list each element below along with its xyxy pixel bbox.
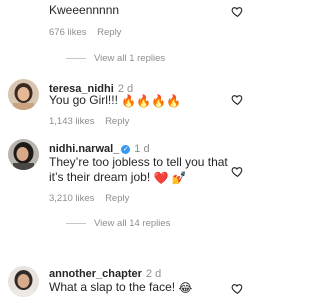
comment-age: 1 d [134, 143, 150, 155]
like-count[interactable]: 1,143 likes [49, 116, 94, 127]
username[interactable]: nidhi.narwal_ [49, 143, 119, 155]
divider-line [66, 223, 86, 224]
fire-emoji-icon: 🔥🔥🔥🔥 [121, 94, 182, 108]
comment-text: Kweeennnnn [49, 3, 120, 17]
comment-age: 2 d [145, 268, 162, 280]
reply-button[interactable]: Reply [105, 193, 129, 204]
heart-icon[interactable] [231, 93, 244, 106]
like-count[interactable]: 3,210 likes [49, 193, 94, 204]
like-count[interactable]: 676 likes [49, 27, 87, 38]
comment-meta: 676 likes Reply [49, 27, 121, 38]
username[interactable]: annother_chapter [49, 268, 142, 280]
comment-text: You go Girl!!! 🔥🔥🔥🔥 [49, 93, 181, 109]
comment-meta: 1,143 likes Reply [49, 116, 129, 127]
comment-meta: 3,210 likes Reply [49, 193, 129, 204]
divider-line [66, 58, 86, 59]
verified-badge-icon: ✓ [121, 145, 131, 154]
comment-text-content: it’s their dream job! [49, 170, 151, 184]
reply-button[interactable]: Reply [97, 27, 121, 38]
reply-button[interactable]: Reply [105, 116, 129, 127]
view-replies-label: View all 1 replies [94, 53, 166, 64]
comment-text-content: What a slap to the face! [49, 280, 176, 294]
heart-emoji-icon: ❤️ [153, 171, 169, 185]
view-replies-button[interactable]: View all 14 replies [66, 218, 170, 229]
comment-text-line: They’re too jobless to tell you that [49, 155, 228, 169]
laughing-emoji-icon: 😂 [178, 281, 193, 295]
heart-icon[interactable] [231, 5, 244, 18]
avatar[interactable] [8, 266, 39, 297]
nail-polish-emoji-icon: 💅 [171, 171, 187, 185]
comment-text-content: You go Girl!!! [49, 93, 118, 107]
view-replies-button[interactable]: View all 1 replies [66, 53, 165, 64]
heart-icon[interactable] [231, 165, 244, 178]
avatar[interactable] [8, 139, 39, 170]
comment-text: What a slap to the face! 😂 [49, 280, 192, 296]
comment-text-line-2: it’s their dream job! ❤️ 💅 [49, 170, 239, 186]
view-replies-label: View all 14 replies [94, 218, 171, 229]
heart-icon[interactable] [231, 282, 244, 295]
avatar[interactable] [8, 79, 39, 110]
comment-text: They’re too jobless to tell you that it’… [49, 155, 239, 186]
